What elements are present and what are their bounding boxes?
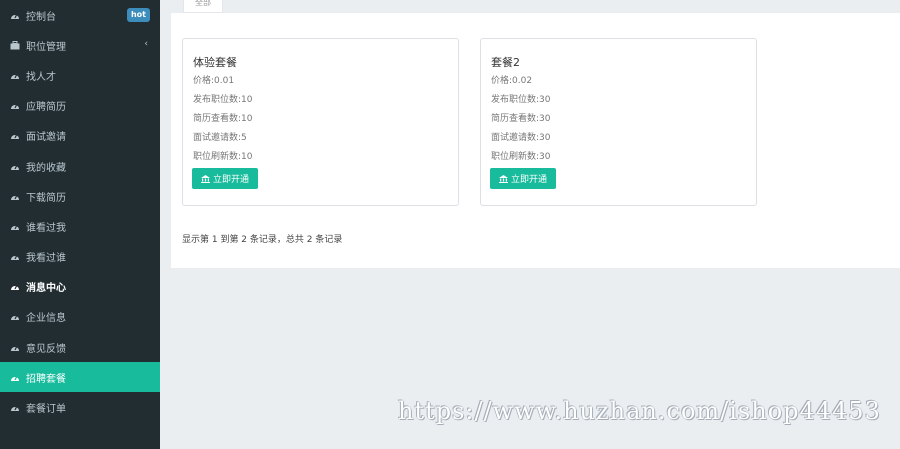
sidebar-item-label: 我看过谁 (26, 253, 66, 265)
package-title: 体验套餐 (193, 56, 237, 69)
dashboard-icon (10, 162, 20, 171)
package-refreshes: 职位刷新数:10 (193, 152, 253, 162)
package-price: 价格:0.02 (491, 76, 533, 86)
sidebar-item-label: 下载简历 (26, 192, 66, 204)
sidebar: 控制台 hot 职位管理 ‹ 找人才 应聘简历 面试邀请 我的收藏 下载简历 谁… (0, 0, 160, 449)
tab-all[interactable]: 全部 (183, 0, 223, 13)
sidebar-item-i-viewed[interactable]: 我看过谁 (0, 242, 160, 272)
package-jobs: 发布职位数:30 (491, 95, 551, 105)
sidebar-item-job-management[interactable]: 职位管理 ‹ (0, 30, 160, 60)
chevron-left-icon: ‹ (144, 39, 148, 50)
dashboard-icon (10, 131, 20, 140)
sidebar-item-label: 应聘简历 (26, 102, 66, 114)
activate-button-label: 立即开通 (212, 175, 249, 185)
sidebar-item-packages[interactable]: 招聘套餐 (0, 362, 160, 393)
package-price: 价格:0.01 (193, 76, 235, 86)
dashboard-icon (10, 312, 20, 321)
sidebar-item-label: 我的收藏 (26, 162, 66, 174)
dashboard-icon (10, 373, 20, 382)
dashboard-icon (10, 101, 20, 110)
sidebar-item-label: 意见反馈 (26, 343, 66, 355)
pagination-summary: 显示第 1 到第 2 条记录，总共 2 条记录 (182, 235, 343, 245)
sidebar-item-interviews[interactable]: 面试邀请 (0, 121, 160, 151)
bank-icon (498, 174, 508, 183)
sidebar-item-who-viewed-me[interactable]: 谁看过我 (0, 211, 160, 241)
dashboard-icon (10, 343, 20, 352)
dashboard-icon (10, 11, 20, 20)
package-resume-views: 简历查看数:30 (491, 114, 551, 124)
sidebar-item-label: 招聘套餐 (26, 373, 66, 385)
sidebar-item-messages[interactable]: 消息中心 (0, 272, 160, 302)
sidebar-item-orders[interactable]: 套餐订单 (0, 392, 160, 422)
dashboard-icon (10, 252, 20, 261)
sidebar-item-find-talent[interactable]: 找人才 (0, 60, 160, 90)
sidebar-item-feedback[interactable]: 意见反馈 (0, 332, 160, 362)
sidebar-item-favorites[interactable]: 我的收藏 (0, 151, 160, 181)
sidebar-item-applications[interactable]: 应聘简历 (0, 91, 160, 121)
sidebar-item-label: 谁看过我 (26, 222, 66, 234)
activate-button-label: 立即开通 (510, 175, 547, 185)
sidebar-item-label: 套餐订单 (26, 404, 66, 416)
briefcase-icon (10, 40, 20, 50)
package-interviews: 面试邀请数:30 (491, 133, 551, 143)
package-resume-views: 简历查看数:10 (193, 114, 253, 124)
sidebar-item-downloads[interactable]: 下载简历 (0, 181, 160, 211)
content-panel: 体验套餐 价格:0.01 发布职位数:10 简历查看数:10 面试邀请数:5 职… (171, 13, 900, 268)
sidebar-item-company-info[interactable]: 企业信息 (0, 302, 160, 332)
activate-button[interactable]: 立即开通 (490, 168, 556, 189)
dashboard-icon (10, 282, 20, 291)
sidebar-item-label: 控制台 (26, 11, 56, 23)
activate-button[interactable]: 立即开通 (192, 168, 258, 189)
package-jobs: 发布职位数:10 (193, 95, 253, 105)
dashboard-icon (10, 403, 20, 412)
sidebar-item-dashboard[interactable]: 控制台 hot (0, 0, 160, 30)
package-interviews: 面试邀请数:5 (193, 133, 247, 143)
sidebar-item-label: 消息中心 (26, 283, 66, 295)
dashboard-icon (10, 222, 20, 231)
sidebar-item-label: 企业信息 (26, 313, 66, 325)
package-refreshes: 职位刷新数:30 (491, 152, 551, 162)
package-card: 体验套餐 价格:0.01 发布职位数:10 简历查看数:10 面试邀请数:5 职… (182, 38, 459, 206)
sidebar-item-label: 面试邀请 (26, 132, 66, 144)
bank-icon (200, 174, 210, 183)
hot-badge: hot (126, 8, 150, 22)
package-title: 套餐2 (491, 56, 520, 69)
tab-bar: 全部 (171, 0, 900, 13)
dashboard-icon (10, 71, 20, 80)
watermark: https://www.huzhan.com/ishop44453 (398, 397, 881, 425)
package-card: 套餐2 价格:0.02 发布职位数:30 简历查看数:30 面试邀请数:30 职… (480, 38, 757, 206)
sidebar-item-label: 职位管理 (26, 41, 66, 53)
dashboard-icon (10, 192, 20, 201)
sidebar-item-label: 找人才 (26, 71, 56, 83)
